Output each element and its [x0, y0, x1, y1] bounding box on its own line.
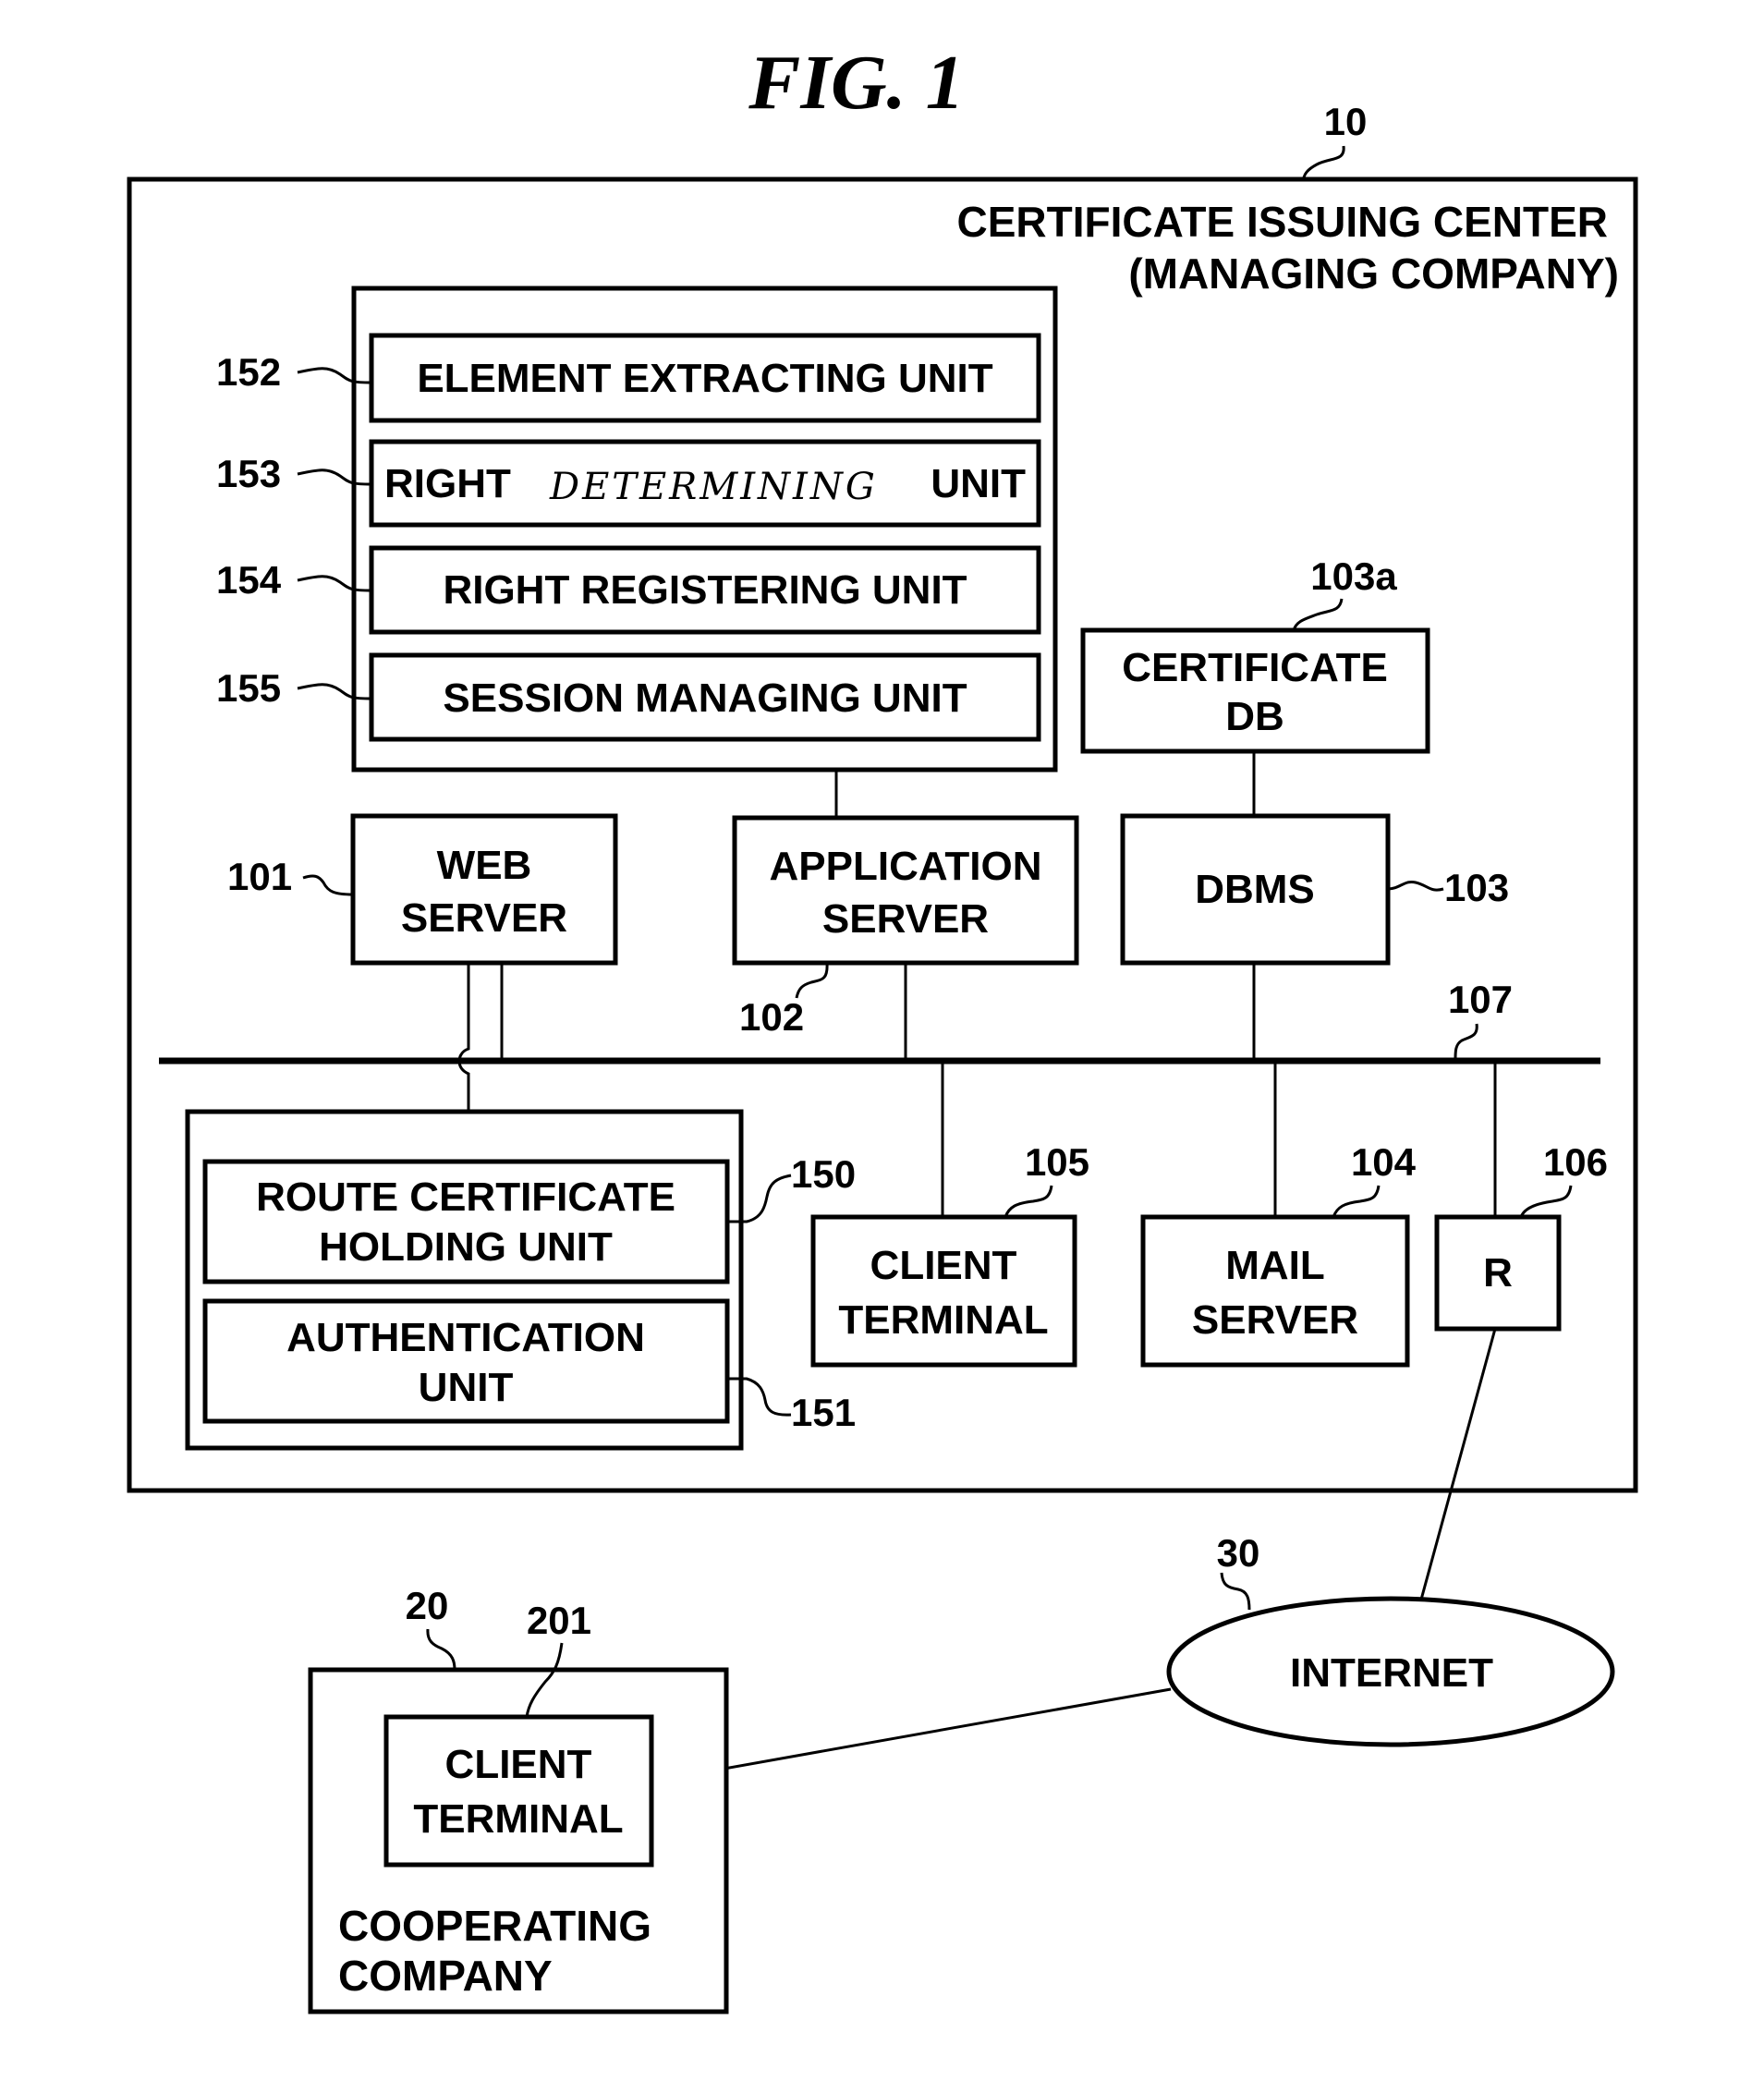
unit-155-ref: 155: [216, 666, 281, 710]
internet-label: INTERNET: [1290, 1650, 1493, 1696]
client-terminal-line2: TERMINAL: [838, 1297, 1048, 1343]
application-server-line1: APPLICATION: [770, 844, 1042, 889]
cooperating-client-ref: 201: [527, 1599, 591, 1642]
session-managing-unit-label: SESSION MANAGING UNIT: [443, 675, 967, 721]
route-certificate-unit-line1: ROUTE CERTIFICATE: [256, 1174, 675, 1220]
application-server-line2: SERVER: [822, 896, 989, 942]
cooperating-company-line2: COMPANY: [338, 1952, 553, 2000]
authentication-unit-line2: UNIT: [419, 1365, 514, 1410]
client-internet-link: [651, 1687, 1172, 1783]
web-server-ref: 101: [227, 855, 292, 898]
certificate-db-line1: CERTIFICATE: [1122, 645, 1388, 690]
cooperating-client-line1: CLIENT: [445, 1742, 592, 1787]
center-ref-label: 10: [1324, 100, 1368, 143]
center-ref-leader: [1301, 145, 1345, 181]
center-title-line2: (MANAGING COMPANY): [1128, 249, 1619, 298]
unit-153-ref: 153: [216, 452, 281, 495]
application-server-ref: 102: [739, 995, 804, 1039]
network-ref: 107: [1448, 978, 1513, 1021]
certificate-db-ref: 103a: [1310, 554, 1397, 598]
element-extracting-unit-label: ELEMENT EXTRACTING UNIT: [417, 356, 992, 401]
cooperating-company-leader: [426, 1628, 456, 1671]
web-server-box: [350, 813, 618, 966]
right-determining-unit-handwritten: DETERMINING: [549, 466, 878, 508]
right-registering-unit-label: RIGHT REGISTERING UNIT: [443, 567, 967, 613]
cooperating-company-line1: COOPERATING: [338, 1902, 651, 1950]
mail-server-box: [1140, 1214, 1410, 1368]
internet-leader: [1220, 1572, 1251, 1611]
center-title-line1: CERTIFICATE ISSUING CENTER: [956, 198, 1608, 246]
certificate-db-line2: DB: [1225, 694, 1284, 739]
client-terminal-line1: CLIENT: [870, 1243, 1017, 1288]
web-server-line2: SERVER: [401, 895, 567, 941]
route-certificate-unit-ref: 150: [791, 1152, 856, 1196]
mail-server-line2: SERVER: [1192, 1297, 1358, 1343]
route-certificate-unit-line2: HOLDING UNIT: [319, 1224, 613, 1270]
system-diagram: FIG. 1 10 CERTIFICATE ISSUING CENTER (MA…: [127, 40, 1638, 2014]
unit-154-ref: 154: [216, 558, 282, 602]
cooperating-client-terminal-box: [383, 1714, 654, 1868]
mail-server-ref: 104: [1351, 1140, 1417, 1184]
client-terminal-box: [810, 1214, 1077, 1368]
router-label: R: [1483, 1250, 1513, 1296]
unit-152-ref: 152: [216, 350, 281, 394]
mail-server-line1: MAIL: [1225, 1243, 1325, 1288]
router-ref: 106: [1543, 1140, 1608, 1184]
dbms-label: DBMS: [1195, 867, 1315, 912]
figure-title: FIG. 1: [748, 40, 964, 126]
authentication-unit-ref: 151: [791, 1391, 856, 1434]
authentication-unit-line1: AUTHENTICATION: [286, 1315, 645, 1360]
cooperating-company-ref: 20: [406, 1584, 449, 1627]
internet-ref: 30: [1217, 1531, 1260, 1575]
right-determining-unit-prefix: RIGHT: [384, 461, 511, 506]
client-terminal-ref: 105: [1025, 1140, 1089, 1184]
right-determining-unit-suffix: UNIT: [931, 461, 1026, 506]
web-server-line1: WEB: [437, 843, 532, 888]
cooperating-client-line2: TERMINAL: [413, 1796, 623, 1842]
dbms-ref: 103: [1444, 866, 1509, 909]
